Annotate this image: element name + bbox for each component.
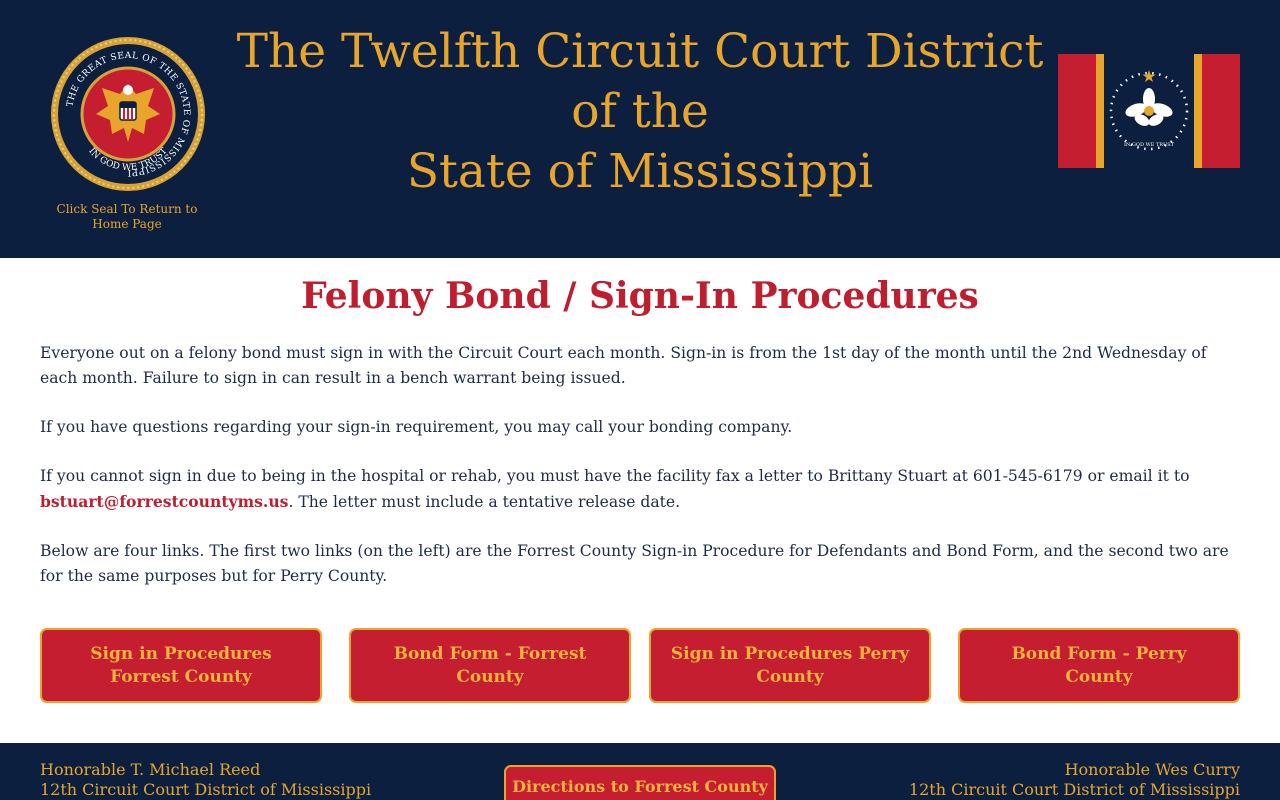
bond-form-forrest-button[interactable]: Bond Form - Forrest County bbox=[349, 628, 631, 703]
flag-motto-text: IN GOD WE TRUST bbox=[1124, 142, 1175, 148]
footer-right-title: 12th Circuit Court District of Mississip… bbox=[908, 780, 1240, 799]
hospital-text: If you cannot sign in due to being in th… bbox=[40, 467, 1190, 485]
directions-forrest-button[interactable]: Directions to Forrest County bbox=[504, 765, 776, 800]
paragraph-hospital: If you cannot sign in due to being in th… bbox=[40, 464, 1240, 515]
footer-judge-reed: Honorable T. Michael Reed 12th Circuit C… bbox=[40, 760, 371, 800]
footer-right-name: Honorable Wes Curry bbox=[1064, 760, 1240, 779]
state-seal-icon: THE GREAT SEAL OF THE STATE OF MISSISSIP… bbox=[51, 37, 205, 191]
site-title-line-3: State of Mississippi bbox=[406, 144, 874, 199]
footer-left-name: Honorable T. Michael Reed bbox=[40, 760, 261, 779]
seal-caption: Click Seal To Return to Home Page bbox=[56, 202, 198, 231]
email-link[interactable]: bstuart@forrestcountyms.us bbox=[40, 492, 288, 511]
paragraph-sign-in-schedule: Everyone out on a felony bond must sign … bbox=[40, 344, 1207, 387]
site-title-line-2: of the bbox=[571, 84, 709, 139]
sign-in-procedures-perry-button[interactable]: Sign in Procedures Perry County bbox=[649, 628, 931, 703]
main-content: Everyone out on a felony bond must sign … bbox=[40, 341, 1240, 613]
bond-form-perry-button[interactable]: Bond Form - Perry County bbox=[958, 628, 1240, 703]
site-title: The Twelfth Circuit Court District of th… bbox=[210, 22, 1070, 202]
home-seal-link[interactable]: THE GREAT SEAL OF THE STATE OF MISSISSIP… bbox=[48, 36, 208, 231]
footer-judge-curry: Honorable Wes Curry 12th Circuit Court D… bbox=[909, 760, 1240, 800]
paragraph-questions: If you have questions regarding your sig… bbox=[40, 418, 793, 436]
site-title-line-1: The Twelfth Circuit Court District bbox=[236, 24, 1044, 79]
footer-left-title: 12th Circuit Court District of Mississip… bbox=[40, 780, 372, 799]
mississippi-flag-icon: IN GOD WE TRUST bbox=[1058, 54, 1240, 168]
page-title: Felony Bond / Sign-In Procedures bbox=[301, 275, 979, 317]
paragraph-links-explanation: Below are four links. The first two link… bbox=[40, 542, 1229, 585]
site-footer: Honorable T. Michael Reed 12th Circuit C… bbox=[0, 743, 1280, 800]
site-header: THE GREAT SEAL OF THE STATE OF MISSISSIP… bbox=[0, 0, 1280, 258]
email-suffix-text: . The letter must include a tentative re… bbox=[288, 493, 681, 511]
sign-in-procedures-forrest-button[interactable]: Sign in Procedures Forrest County bbox=[40, 628, 322, 703]
